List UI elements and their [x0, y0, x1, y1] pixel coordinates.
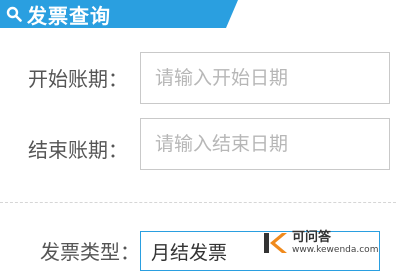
start-date-label: 开始账期：	[28, 67, 128, 91]
page-title: 发票查询	[27, 3, 111, 28]
invoice-type-label: 发票类型：	[40, 240, 140, 264]
watermark-brand: 可问答	[292, 230, 332, 245]
section-divider	[0, 202, 396, 203]
watermark: 可问答 www.kewenda.com	[262, 226, 386, 260]
start-date-input[interactable]	[140, 52, 390, 104]
invoice-type-value: 月结发票	[151, 241, 228, 264]
watermark-site: www.kewenda.com	[292, 245, 379, 255]
search-icon	[6, 6, 22, 22]
page-header: 发票查询	[0, 0, 238, 28]
end-date-input[interactable]	[140, 118, 390, 170]
watermark-logo-icon	[264, 233, 287, 253]
end-date-label: 结束账期：	[28, 138, 128, 162]
